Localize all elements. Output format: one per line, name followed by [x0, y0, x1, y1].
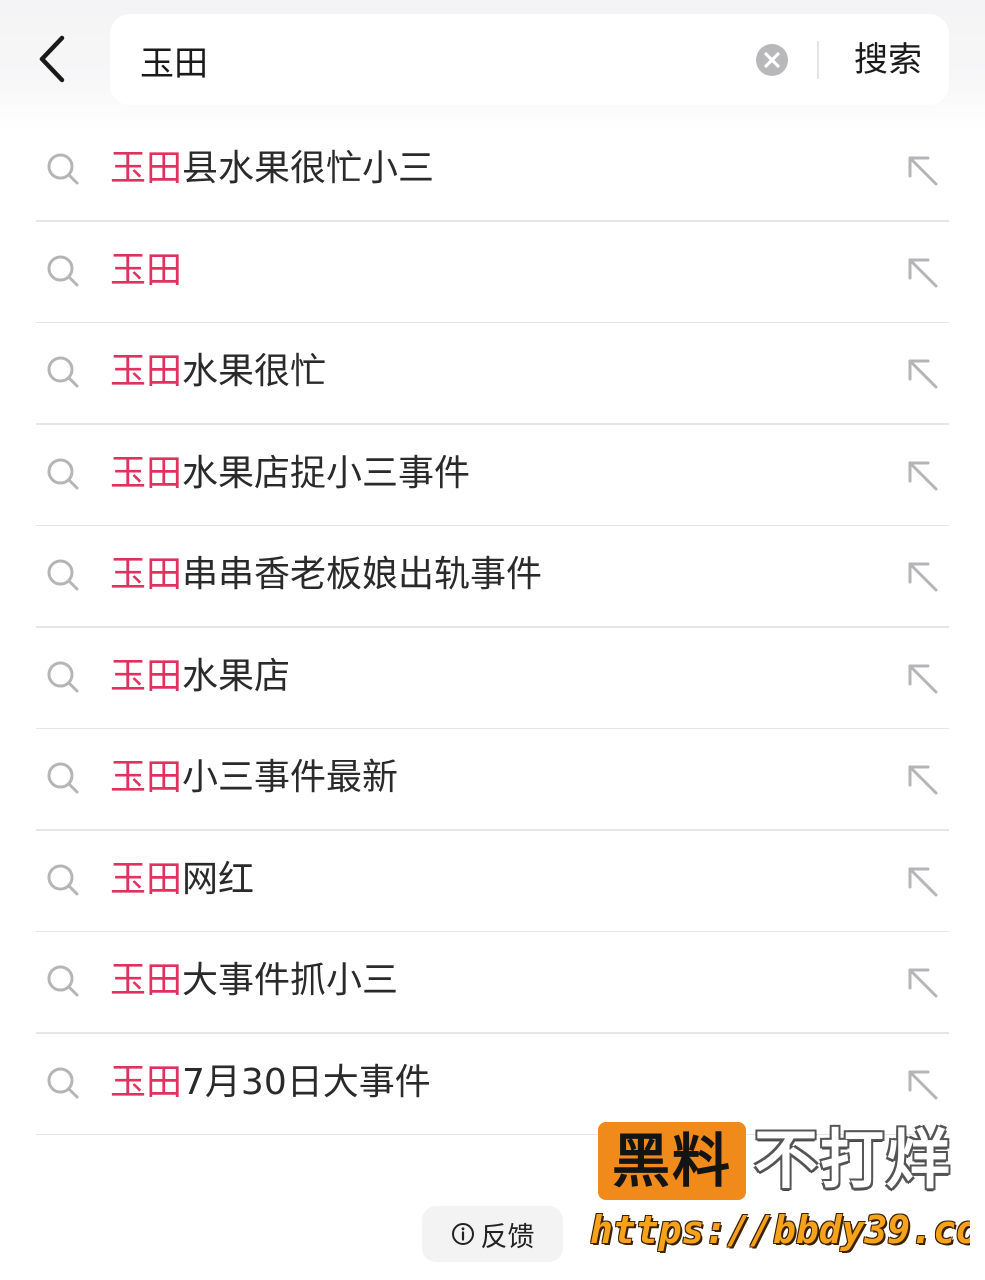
suggestion-rest: 网红	[182, 858, 255, 900]
search-icon	[47, 458, 79, 489]
suggestion-highlight: 玉田	[110, 655, 183, 697]
suggestion-highlight: 玉田	[110, 858, 183, 900]
suggestion-rest: 串串香老板娘出轨事件	[182, 554, 543, 595]
suggestion-text: 玉田大事件抓小三	[110, 955, 398, 1007]
arrow-up-left-icon[interactable]	[900, 960, 944, 1004]
suggestion-item[interactable]: 玉田串串香老板娘出轨事件	[0, 526, 985, 628]
search-icon	[47, 255, 79, 286]
suggestion-item[interactable]: 玉田水果店	[0, 628, 985, 730]
feedback-label: 反馈	[480, 1221, 535, 1253]
suggestion-highlight: 玉田	[110, 351, 183, 392]
suggestion-item[interactable]: 玉田	[0, 222, 985, 324]
suggestion-item[interactable]: 玉田7月30日大事件	[0, 1034, 985, 1136]
arrow-up-left-icon[interactable]	[900, 351, 944, 395]
suggestion-text: 玉田串串香老板娘出轨事件	[110, 549, 542, 601]
suggestion-item[interactable]: 玉田小三事件最新	[0, 729, 985, 831]
arrow-up-left-icon[interactable]	[900, 757, 944, 801]
watermark-title: 不打烊	[754, 1124, 952, 1198]
watermark-badge: 黑料	[598, 1122, 746, 1200]
watermark-url: https://bbdy39.com	[590, 1208, 970, 1252]
suggestion-rest: 水果店	[182, 655, 291, 697]
suggestion-text: 玉田县水果很忙小三	[110, 143, 434, 195]
search-icon	[47, 661, 79, 692]
suggestion-item[interactable]: 玉田水果很忙	[0, 323, 985, 425]
back-button[interactable]	[24, 26, 80, 92]
suggestion-highlight: 玉田	[110, 1061, 183, 1103]
arrow-up-left-icon[interactable]	[900, 859, 944, 903]
clear-circle-icon	[756, 44, 788, 76]
search-icon	[47, 356, 79, 388]
arrow-up-left-icon[interactable]	[900, 250, 944, 294]
suggestion-text: 玉田水果店捉小三事件	[110, 448, 470, 500]
arrow-up-left-icon[interactable]	[900, 148, 944, 192]
suggestion-highlight: 玉田	[110, 249, 183, 291]
suggestion-list: 玉田县水果很忙小三 玉田 玉田水果很忙 玉田水果店捉小三事件 玉田串串香老板娘出…	[0, 120, 985, 1135]
arrow-up-left-icon[interactable]	[900, 554, 944, 598]
suggestion-highlight: 玉田	[110, 757, 183, 798]
suggestion-text: 玉田小三事件最新	[110, 752, 398, 804]
suggestion-text: 玉田水果很忙	[110, 346, 326, 398]
search-input[interactable]	[140, 32, 740, 88]
watermark-logo: 黑料 不打烊 https://bbdy39.com	[590, 1122, 970, 1262]
suggestion-rest: 小三事件最新	[182, 757, 399, 798]
suggestion-text: 玉田水果店	[110, 651, 290, 703]
search-icon	[47, 153, 79, 185]
suggestion-highlight: 玉田	[110, 554, 183, 595]
suggestion-rest: 水果很忙	[182, 351, 327, 392]
suggestion-item[interactable]: 玉田大事件抓小三	[0, 932, 985, 1034]
feedback-button[interactable]: 反馈	[422, 1206, 563, 1262]
suggestion-item[interactable]: 玉田县水果很忙小三	[0, 120, 985, 222]
info-circle-icon	[451, 1223, 474, 1245]
search-box: 搜索	[110, 14, 949, 105]
suggestion-rest: 水果店捉小三事件	[182, 452, 471, 494]
search-icon	[47, 864, 79, 895]
suggestion-highlight: 玉田	[110, 960, 183, 1001]
suggestion-rest: 7月30日大事件	[182, 1061, 431, 1103]
suggestion-highlight: 玉田	[110, 148, 183, 189]
suggestion-text: 玉田网红	[110, 854, 254, 906]
top-bar: 搜索	[0, 0, 985, 132]
search-icon	[47, 965, 79, 997]
search-icon	[47, 559, 79, 591]
search-button[interactable]: 搜索	[840, 32, 936, 88]
suggestion-highlight: 玉田	[110, 452, 183, 494]
suggestion-rest: 大事件抓小三	[182, 960, 399, 1001]
suggestion-text: 玉田	[110, 245, 182, 297]
arrow-up-left-icon[interactable]	[900, 1062, 944, 1106]
search-icon	[47, 762, 79, 794]
suggestion-item[interactable]: 玉田水果店捉小三事件	[0, 425, 985, 527]
suggestion-item[interactable]: 玉田网红	[0, 831, 985, 933]
suggestion-rest: 县水果很忙小三	[182, 148, 435, 189]
arrow-up-left-icon[interactable]	[900, 656, 944, 700]
search-divider	[817, 41, 819, 79]
search-icon	[47, 1067, 79, 1098]
clear-button[interactable]	[755, 43, 789, 77]
arrow-up-left-icon[interactable]	[900, 453, 944, 497]
chevron-left-icon	[39, 35, 65, 83]
suggestion-text: 玉田7月30日大事件	[110, 1057, 431, 1109]
